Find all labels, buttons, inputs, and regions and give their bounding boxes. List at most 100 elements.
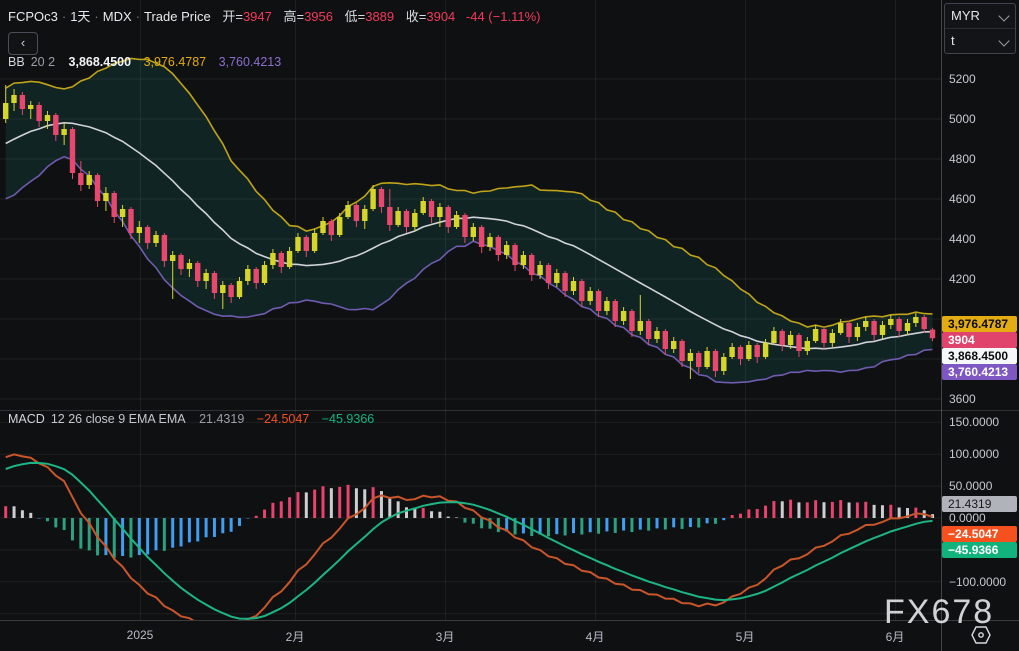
price-tick: 4400: [949, 232, 976, 246]
candle-body: [253, 269, 259, 283]
time-axis[interactable]: 2025 2月 3月 4月 5月 6月: [0, 620, 1019, 651]
candle-body: [69, 129, 76, 173]
candle-body: [654, 331, 660, 339]
candle-body: [487, 237, 493, 247]
currency-dropdown[interactable]: MYR: [945, 4, 1015, 28]
price-tick: 4800: [949, 152, 976, 166]
price-tick: 4200: [949, 272, 976, 286]
time-label: 3月: [435, 630, 455, 644]
macd-name: MACD: [8, 412, 45, 426]
candle-body: [428, 201, 435, 217]
candle-body: [921, 317, 927, 329]
candle-body: [904, 323, 911, 331]
price-tick: 5000: [949, 112, 976, 126]
candle-body: [245, 269, 251, 281]
candle-body: [320, 221, 326, 233]
candle-body: [111, 193, 117, 217]
last-price-tag: 3904: [942, 331, 1017, 348]
candle-body: [86, 175, 92, 185]
bb-fill: [5, 58, 933, 383]
candle-body: [437, 207, 443, 217]
macd-tick: 150.0000: [949, 415, 1000, 430]
pane-divider[interactable]: [0, 410, 1019, 411]
bb-basis-tag: 3,868.4500: [942, 347, 1017, 364]
candle-body: [579, 281, 585, 301]
candle-body: [286, 251, 293, 267]
candle-body: [879, 325, 886, 335]
candle-body: [78, 173, 84, 185]
candle-body: [161, 235, 168, 261]
candle-body: [453, 215, 460, 227]
unit-dropdown[interactable]: t: [945, 28, 1015, 53]
time-label: 2月: [285, 630, 305, 644]
change-value: -44 (−1.11%): [465, 9, 541, 24]
candle-body: [311, 233, 318, 251]
macd-pane: [4, 453, 935, 620]
interval-label[interactable]: 1天: [70, 9, 90, 24]
bb-upper-tag: 3,976.4787: [942, 315, 1017, 332]
back-button[interactable]: ‹: [8, 32, 38, 55]
candle-body: [144, 227, 151, 243]
trading-chart-app: FCPOc3 · 1天 · MDX · Trade Price 开=3947 高=3956 …: [0, 0, 1019, 651]
candle-body: [61, 129, 67, 135]
candle-body: [3, 103, 9, 119]
candle-body: [94, 175, 101, 201]
candle-body: [829, 333, 835, 343]
candle-body: [295, 237, 301, 251]
candle-body: [470, 227, 476, 237]
candle-body: [888, 319, 894, 325]
provider-logo-icon[interactable]: [971, 626, 991, 644]
candle-body: [362, 209, 368, 221]
chart-canvas[interactable]: [0, 0, 941, 620]
candle-body: [44, 115, 51, 121]
candle-body: [387, 207, 393, 225]
candle-body: [378, 189, 385, 207]
candle-body: [19, 95, 26, 109]
candle-body: [370, 189, 376, 209]
macd-hist-tag: 21.4319: [942, 496, 1017, 513]
bb-basis-value: 3,868.4500: [68, 55, 132, 69]
macd-signal-tag: −45.9366: [942, 541, 1017, 558]
price-tick: 3600: [949, 392, 976, 406]
candle-body: [119, 209, 126, 217]
macd-tick: 100.0000: [949, 447, 1000, 462]
candle-body: [228, 285, 234, 297]
macd-signal-value: −45.9366: [321, 412, 375, 426]
candle-body: [220, 285, 226, 293]
candle-body: [696, 353, 702, 367]
candle-body: [236, 281, 243, 297]
candle-body: [420, 201, 426, 213]
candle-body: [11, 95, 17, 103]
price-type-label: Trade Price: [144, 9, 211, 24]
macd-hist-value: 21.4319: [199, 412, 245, 426]
price-axis[interactable]: MYR t 5200 5000 4800 4600 4400 4200 3600 150.00…: [941, 0, 1019, 620]
macd-line-value: −24.5047: [256, 412, 310, 426]
candle-body: [704, 351, 710, 367]
candle-body: [195, 263, 201, 281]
candle-body: [629, 311, 635, 331]
time-label: 2025: [126, 628, 154, 642]
candle-body: [812, 329, 819, 341]
candle-body: [645, 321, 652, 339]
candle-body: [587, 291, 593, 301]
candle-body: [345, 205, 351, 217]
bb-lower-value: 3,760.4213: [218, 55, 282, 69]
macd-tick: 0.0000: [949, 511, 986, 525]
candle-body: [445, 207, 451, 227]
candle-body: [787, 335, 794, 345]
candle-body: [103, 193, 109, 201]
price-pane: [3, 57, 936, 384]
chevron-down-icon: [998, 10, 1010, 22]
candle-body: [462, 215, 468, 237]
symbol-name[interactable]: FCPOc3: [8, 9, 58, 24]
open-value: 3947: [242, 9, 272, 24]
candle-body: [562, 273, 568, 291]
candle-body: [520, 255, 527, 265]
candle-body: [403, 211, 410, 227]
close-label: 收=: [405, 9, 427, 24]
macd-tick: −100.0000: [949, 574, 1007, 589]
low-label: 低=: [344, 9, 366, 24]
chevron-down-icon: [998, 35, 1010, 47]
close-value: 3904: [426, 9, 456, 24]
candle-body: [913, 317, 919, 323]
